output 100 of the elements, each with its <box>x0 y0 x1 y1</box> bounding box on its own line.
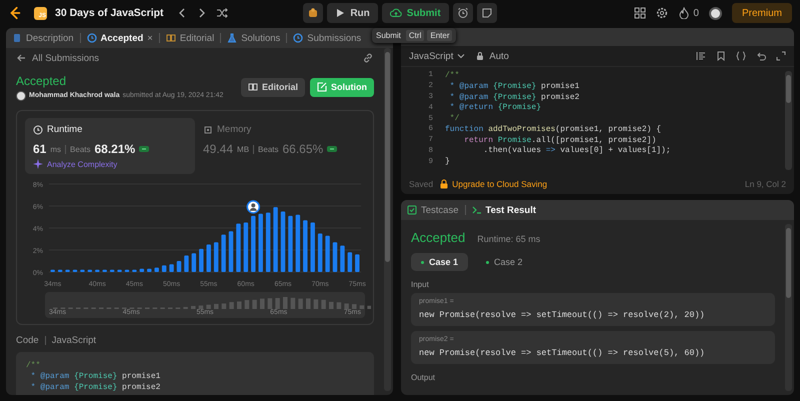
link-icon[interactable] <box>362 52 374 64</box>
runtime-bar[interactable] <box>50 270 55 272</box>
runtime-bar[interactable] <box>244 222 248 272</box>
param-value: new Promise(resolve => setTimeout(() => resolve(5), 60)) <box>419 348 706 358</box>
runtime-bar[interactable] <box>132 270 137 272</box>
panel-tab[interactable]: Editorial <box>166 32 214 44</box>
avatar[interactable] <box>708 6 722 20</box>
runtime-bar[interactable] <box>80 270 85 272</box>
settings-icon[interactable] <box>656 7 668 19</box>
result-status: Accepted <box>411 230 466 245</box>
scrollbar[interactable] <box>785 224 792 391</box>
premium-button[interactable]: Premium <box>732 3 792 23</box>
panel-tab[interactable]: Test Result <box>472 204 536 216</box>
metric-value: 61 <box>33 142 46 156</box>
panel-tab[interactable]: Testcase <box>407 204 458 216</box>
runtime-bar[interactable] <box>176 261 182 272</box>
panel-tab[interactable]: Solutions <box>227 32 280 44</box>
runtime-bar[interactable] <box>147 268 152 272</box>
lock-icon <box>439 179 450 189</box>
case-tab[interactable]: Case 2 <box>476 253 533 271</box>
language-dropdown[interactable]: JavaScript <box>409 50 466 62</box>
clock-icon <box>293 33 304 43</box>
runtime-bar[interactable] <box>340 246 345 272</box>
runtime-bar[interactable] <box>206 244 211 272</box>
runtime-bar[interactable] <box>273 207 278 272</box>
alarm-clock-button[interactable] <box>452 3 473 23</box>
logo-icon[interactable] <box>8 6 22 20</box>
runtime-bar[interactable] <box>214 242 218 272</box>
terminal-icon <box>472 205 482 215</box>
edit-icon <box>317 82 327 92</box>
runtime-bar[interactable] <box>140 268 144 272</box>
runtime-bar[interactable] <box>348 252 352 272</box>
runtime-bar[interactable] <box>184 256 189 272</box>
chevron-down-icon <box>457 52 466 60</box>
streak-counter[interactable]: 0 <box>678 7 699 19</box>
runtime-bar[interactable] <box>192 253 196 272</box>
runtime-bar[interactable] <box>355 254 360 272</box>
runtime-bar[interactable] <box>325 236 330 272</box>
metric-card[interactable]: Runtime 61 ms Beats 68.21% Analyze Complexity <box>25 118 195 174</box>
panel-tab[interactable]: Accepted × <box>86 32 153 44</box>
runtime-bar[interactable] <box>221 234 226 272</box>
runtime-bar[interactable] <box>72 270 78 272</box>
runtime-bar[interactable] <box>117 270 122 272</box>
runtime-bar[interactable] <box>102 270 107 272</box>
runtime-bar[interactable] <box>154 268 159 272</box>
editorial-button[interactable]: Editorial <box>240 78 305 96</box>
input-label: Input <box>411 280 430 289</box>
panel-tab[interactable]: Description <box>12 32 74 44</box>
code-line: /** <box>26 360 42 371</box>
bookmark-icon[interactable] <box>716 51 726 61</box>
auto-mode-label[interactable]: Auto <box>475 50 509 62</box>
scrollbar[interactable] <box>785 71 792 170</box>
scrollbar[interactable] <box>384 48 391 391</box>
runtime-bar[interactable] <box>95 270 100 272</box>
checkbox-icon <box>407 205 417 215</box>
runtime-bar[interactable] <box>318 234 322 272</box>
submit-button[interactable]: Submit <box>382 3 449 23</box>
case-tab[interactable]: Case 1 <box>411 253 468 271</box>
code-line: * @param {Promise} promise1 <box>30 371 162 382</box>
runtime-bar[interactable] <box>251 216 256 272</box>
beats-label: Beats <box>70 144 90 154</box>
format-icon[interactable] <box>696 51 706 61</box>
runtime-bar[interactable] <box>332 242 338 272</box>
runtime-bar[interactable] <box>280 212 286 272</box>
runtime-bar[interactable] <box>310 222 315 272</box>
runtime-bar[interactable] <box>266 212 270 272</box>
runtime-bar[interactable] <box>124 270 130 272</box>
grid-icon[interactable] <box>634 7 646 19</box>
metric-card[interactable]: Memory 49.44 MB Beats 66.65% <box>195 118 365 174</box>
upgrade-link[interactable]: Upgrade to Cloud Saving <box>439 179 548 189</box>
expand-icon[interactable] <box>776 51 786 61</box>
chip-icon <box>203 124 213 134</box>
cursor-position: Ln 9, Col 2 <box>744 179 786 189</box>
runtime-bar[interactable] <box>199 248 204 272</box>
back-arrow-icon <box>16 53 26 63</box>
output-label: Output <box>411 373 436 382</box>
runtime-bar[interactable] <box>162 265 166 272</box>
debug-button[interactable] <box>303 3 324 23</box>
runtime-bar[interactable] <box>303 220 308 272</box>
runtime-bar[interactable] <box>88 270 92 272</box>
cloud-upload-icon <box>390 7 402 19</box>
runtime-bar[interactable] <box>288 216 293 272</box>
all-submissions-link[interactable]: All Submissions <box>16 52 100 64</box>
run-button[interactable]: Run <box>327 3 378 23</box>
runtime-bar[interactable] <box>258 214 263 272</box>
braces-icon[interactable] <box>736 51 746 61</box>
runtime-bar[interactable] <box>296 214 300 272</box>
runtime-bar[interactable] <box>228 231 234 272</box>
panel-tab[interactable]: Submissions <box>293 32 362 44</box>
note-button[interactable] <box>476 3 497 23</box>
runtime-bar[interactable] <box>236 224 241 272</box>
runtime-bar[interactable] <box>110 270 114 272</box>
metric-title: Memory <box>217 124 252 135</box>
runtime-bar[interactable] <box>65 270 70 272</box>
shuffle-icon[interactable] <box>216 7 228 19</box>
problem-list-title[interactable]: 30 Days of JavaScript <box>55 7 164 19</box>
runtime-bar[interactable] <box>58 270 62 272</box>
undo-icon[interactable] <box>756 51 766 61</box>
runtime-bar[interactable] <box>169 264 174 272</box>
code-line: * @param {Promise} promise2 <box>448 92 580 102</box>
